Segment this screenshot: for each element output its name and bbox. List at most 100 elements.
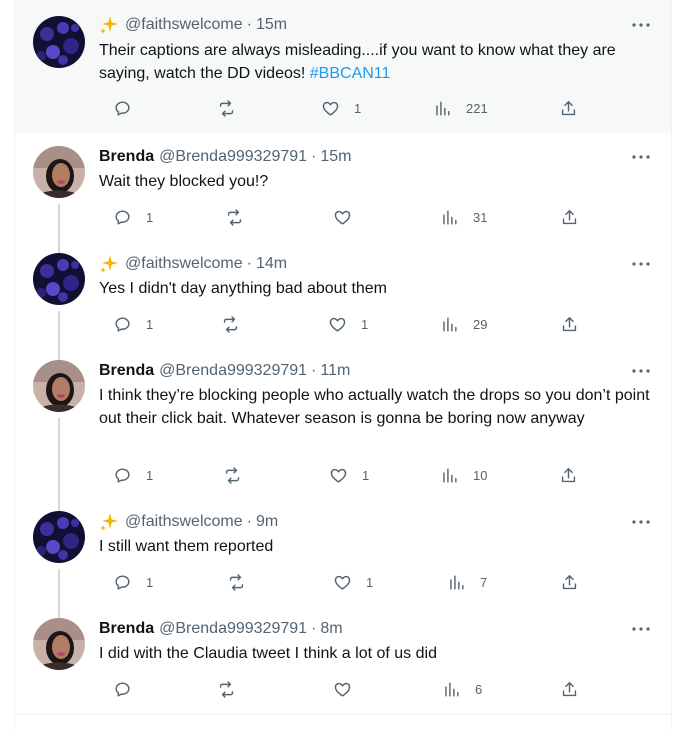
more-options-button[interactable] xyxy=(629,619,653,639)
tweet[interactable]: Brenda @Brenda999329791 · 8m I did with … xyxy=(15,605,671,715)
reply-count: 1 xyxy=(146,574,154,590)
more-options-button[interactable] xyxy=(629,15,653,35)
user-handle[interactable]: @faithswelcome xyxy=(125,16,243,34)
views-icon xyxy=(450,574,464,590)
view-count: 7 xyxy=(480,574,488,590)
display-name[interactable]: Brenda xyxy=(99,620,154,638)
retweet-button[interactable] xyxy=(223,465,242,485)
avatar-brenda[interactable] xyxy=(33,360,85,412)
share-button[interactable] xyxy=(560,207,579,227)
hashtag-link[interactable]: #BBCAN11 xyxy=(310,65,391,82)
thread-connector xyxy=(58,418,60,497)
tweet-text: I did with the Claudia tweet I think a l… xyxy=(99,645,437,662)
timestamp[interactable]: 15m xyxy=(256,16,287,34)
like-button[interactable]: 1 xyxy=(328,314,368,334)
retweet-icon xyxy=(225,466,240,484)
more-options-button[interactable] xyxy=(629,512,653,532)
more-icon xyxy=(632,155,650,159)
share-button[interactable] xyxy=(560,572,579,592)
reply-button[interactable] xyxy=(113,98,146,118)
user-handle[interactable]: @Brenda999329791 xyxy=(159,620,307,638)
conversation-thread: @faithswelcome · 15m Their captions are … xyxy=(14,0,672,729)
share-button[interactable] xyxy=(559,465,578,485)
share-button[interactable] xyxy=(560,679,579,699)
timestamp[interactable]: 11m xyxy=(320,362,350,380)
tweet-text: Wait they blocked you!? xyxy=(99,173,269,190)
timestamp[interactable]: 14m xyxy=(256,255,287,273)
like-button[interactable] xyxy=(333,679,366,699)
reply-icon xyxy=(115,209,130,225)
reply-button[interactable]: 1 xyxy=(113,314,153,334)
like-button[interactable]: 1 xyxy=(329,465,369,485)
avatar-brenda[interactable] xyxy=(33,618,85,670)
tweet[interactable]: @faithswelcome · 9m I still want them re… xyxy=(15,497,671,605)
thread-connector xyxy=(58,605,60,618)
thread-connector xyxy=(58,240,60,253)
more-options-button[interactable] xyxy=(629,361,653,381)
reply-icon xyxy=(115,467,130,483)
like-button[interactable]: 1 xyxy=(333,572,373,592)
tweet[interactable]: @faithswelcome · 15m Their captions are … xyxy=(15,0,671,133)
like-count: 1 xyxy=(361,316,369,332)
tweet-text: I still want them reported xyxy=(99,538,274,555)
retweet-button[interactable] xyxy=(225,207,244,227)
reply-count: 1 xyxy=(146,316,154,332)
tweet-header: Brenda @Brenda999329791 · 15m xyxy=(99,146,352,168)
more-icon xyxy=(632,23,650,27)
tweet[interactable]: Brenda @Brenda999329791 · 15m Wait they … xyxy=(15,133,671,240)
retweet-button[interactable] xyxy=(217,98,236,118)
heart-icon xyxy=(334,575,351,590)
more-icon xyxy=(632,262,650,266)
avatar-faithswelcome[interactable] xyxy=(33,511,85,563)
views-icon xyxy=(445,681,459,697)
views-icon xyxy=(436,100,450,116)
share-button[interactable] xyxy=(559,98,578,118)
thread-connector xyxy=(58,347,60,360)
view-count: 29 xyxy=(473,316,488,332)
reply-icon xyxy=(115,316,130,332)
views-button[interactable]: 7 xyxy=(447,572,487,592)
view-count: 221 xyxy=(466,100,488,116)
display-name[interactable]: Brenda xyxy=(99,148,154,166)
reply-button[interactable]: 1 xyxy=(113,572,153,592)
more-options-button[interactable] xyxy=(629,147,653,167)
timestamp[interactable]: 8m xyxy=(320,620,342,638)
views-button[interactable]: 31 xyxy=(440,207,487,227)
views-button[interactable]: 29 xyxy=(440,314,487,334)
avatar-brenda[interactable] xyxy=(33,146,85,198)
separator-dot: · xyxy=(311,148,317,165)
reply-button[interactable] xyxy=(113,679,146,699)
reply-button[interactable]: 1 xyxy=(113,207,153,227)
more-options-button[interactable] xyxy=(629,254,653,274)
tweet-header: @faithswelcome · 9m xyxy=(99,511,278,533)
views-button[interactable]: 221 xyxy=(433,98,488,118)
thread-connector xyxy=(58,204,60,240)
retweet-button[interactable] xyxy=(221,314,240,334)
like-button[interactable]: 1 xyxy=(321,98,361,118)
like-count: 1 xyxy=(366,574,374,590)
views-button[interactable]: 10 xyxy=(440,465,487,485)
user-handle[interactable]: @faithswelcome xyxy=(125,513,243,531)
share-icon xyxy=(562,574,577,589)
reply-count: 1 xyxy=(146,467,154,483)
avatar-faithswelcome[interactable] xyxy=(33,16,85,68)
reply-button[interactable]: 1 xyxy=(113,465,153,485)
heart-icon xyxy=(334,682,351,697)
share-button[interactable] xyxy=(560,314,579,334)
views-button[interactable]: 6 xyxy=(442,679,482,699)
tweet-header: Brenda @Brenda999329791 · 11m xyxy=(99,360,350,382)
timestamp[interactable]: 9m xyxy=(256,513,278,531)
action-bar: 1 1 29 xyxy=(99,314,577,334)
tweet-text: I think they’re blocking people who actu… xyxy=(99,387,650,427)
user-handle[interactable]: @Brenda999329791 xyxy=(159,362,307,380)
user-handle[interactable]: @faithswelcome xyxy=(125,255,243,273)
like-button[interactable] xyxy=(333,207,366,227)
user-handle[interactable]: @Brenda999329791 xyxy=(159,148,307,166)
timestamp[interactable]: 15m xyxy=(320,148,351,166)
retweet-button[interactable] xyxy=(217,679,236,699)
tweet[interactable]: Brenda @Brenda999329791 · 11m I think th… xyxy=(15,347,671,497)
display-name[interactable]: Brenda xyxy=(99,362,154,380)
avatar-faithswelcome[interactable] xyxy=(33,253,85,305)
retweet-button[interactable] xyxy=(227,572,246,592)
tweet[interactable]: @faithswelcome · 14m Yes I didn't day an… xyxy=(15,240,671,347)
